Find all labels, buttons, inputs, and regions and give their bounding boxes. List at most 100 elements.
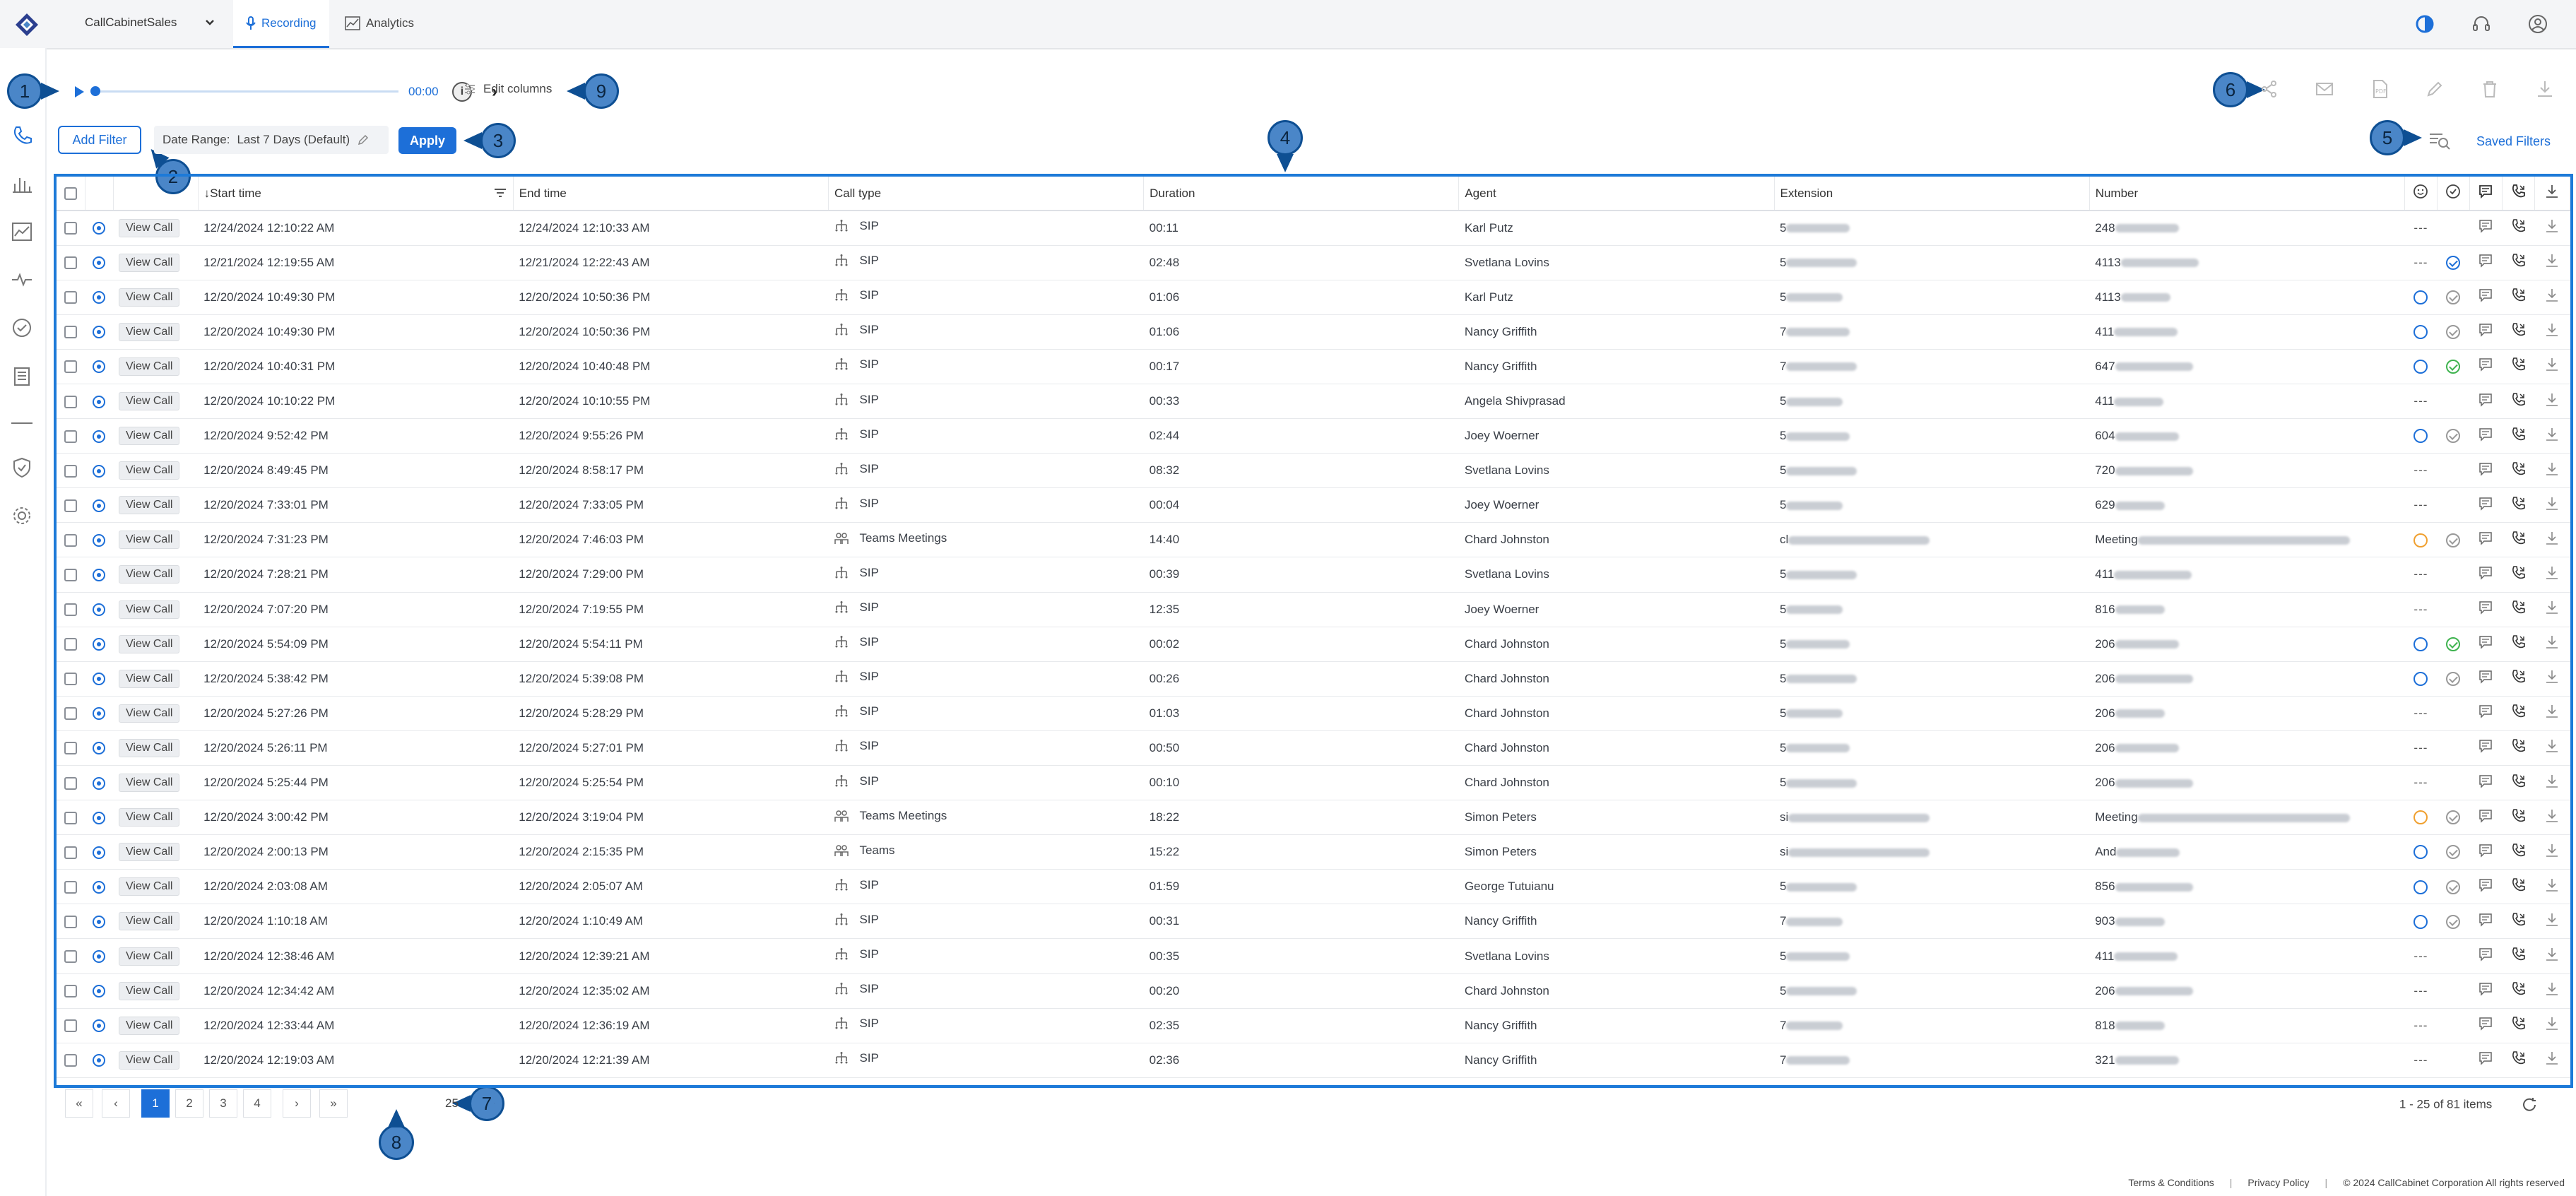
qa-status-icon[interactable] <box>2446 429 2461 444</box>
row-checkbox[interactable] <box>64 707 77 721</box>
table-row[interactable]: View Call 12/20/2024 10:49:30 PM 12/20/202… <box>57 314 2570 350</box>
row-checkbox[interactable] <box>64 915 77 928</box>
qa-status-icon[interactable] <box>2446 637 2461 651</box>
column-header-end-time[interactable]: End time <box>513 177 829 211</box>
terms-link[interactable]: Terms & Conditions <box>2128 1177 2214 1188</box>
call-direction-icon[interactable] <box>2510 1050 2526 1066</box>
preview-icon[interactable] <box>93 499 106 512</box>
row-checkbox[interactable] <box>64 395 77 408</box>
column-header-call-type[interactable]: Call type <box>828 177 1145 211</box>
table-row[interactable]: View Call 12/20/2024 10:10:22 PM 12/20/202… <box>57 384 2570 420</box>
call-direction-icon[interactable] <box>2510 427 2526 442</box>
comment-icon[interactable] <box>2478 947 2493 962</box>
call-direction-icon[interactable] <box>2510 738 2526 754</box>
check-circle-icon[interactable] <box>11 316 33 339</box>
comment-icon[interactable] <box>2478 218 2493 234</box>
download-icon[interactable] <box>2544 253 2560 268</box>
view-call-button[interactable]: View Call <box>119 1016 180 1035</box>
sentiment-positive-icon[interactable] <box>2413 914 2428 929</box>
table-row[interactable]: View Call 12/20/2024 7:31:23 PM 12/20/2024… <box>57 522 2570 558</box>
comment-icon[interactable] <box>2478 392 2493 408</box>
qa-check-icon[interactable] <box>2445 184 2461 199</box>
comment-icon[interactable] <box>2478 774 2493 789</box>
call-direction-icon[interactable] <box>2510 531 2526 546</box>
comment-icon[interactable] <box>2478 669 2493 685</box>
view-call-button[interactable]: View Call <box>119 461 180 480</box>
progress-knob[interactable] <box>90 86 100 96</box>
sentiment-positive-icon[interactable] <box>2413 325 2428 340</box>
table-row[interactable]: View Call 12/24/2024 12:10:22 AM 12/24/202… <box>57 211 2570 246</box>
table-row[interactable]: View Call 12/20/2024 10:40:31 PM 12/20/202… <box>57 349 2570 384</box>
sentiment-positive-icon[interactable] <box>2413 429 2428 444</box>
row-checkbox[interactable] <box>64 326 77 339</box>
download-icon[interactable] <box>2544 634 2560 650</box>
call-direction-icon[interactable] <box>2510 877 2526 893</box>
callcabinet-logo-icon[interactable] <box>14 12 40 37</box>
qa-status-icon[interactable] <box>2446 360 2461 374</box>
table-row[interactable]: View Call 12/20/2024 7:28:21 PM 12/20/2024… <box>57 557 2570 593</box>
preview-icon[interactable] <box>93 707 106 721</box>
column-header-extension[interactable]: Extension <box>1774 177 2090 211</box>
table-row[interactable]: View Call 12/20/2024 5:38:42 PM 12/20/2024… <box>57 661 2570 697</box>
download-icon[interactable] <box>2544 565 2560 581</box>
download-icon[interactable] <box>2544 669 2560 685</box>
preview-icon[interactable] <box>93 811 106 824</box>
download-icon[interactable] <box>2544 912 2560 928</box>
settings-icon[interactable] <box>11 504 33 527</box>
user-icon[interactable] <box>2528 14 2548 34</box>
view-call-button[interactable]: View Call <box>119 738 180 757</box>
call-direction-icon[interactable] <box>2510 1016 2526 1031</box>
preview-icon[interactable] <box>93 464 106 478</box>
row-checkbox[interactable] <box>64 776 77 790</box>
preview-icon[interactable] <box>93 222 106 235</box>
comment-icon[interactable] <box>2478 253 2493 268</box>
preview-icon[interactable] <box>93 950 106 964</box>
share-icon[interactable] <box>2259 79 2279 99</box>
comment-icon[interactable] <box>2478 634 2493 650</box>
qa-status-icon[interactable] <box>2446 290 2461 304</box>
table-row[interactable]: View Call 12/20/2024 5:26:11 PM 12/20/2024… <box>57 730 2570 766</box>
download-icon[interactable] <box>2544 981 2560 997</box>
call-direction-icon[interactable] <box>2510 218 2526 234</box>
download-icon[interactable] <box>2544 704 2560 719</box>
sentiment-positive-icon[interactable] <box>2413 360 2428 374</box>
preview-icon[interactable] <box>93 430 106 443</box>
table-row[interactable]: View Call 12/20/2024 9:52:42 PM 12/20/2024… <box>57 418 2570 454</box>
last-page-button[interactable]: » <box>319 1089 348 1118</box>
view-call-button[interactable]: View Call <box>119 947 180 966</box>
column-header-duration[interactable]: Duration <box>1143 177 1460 211</box>
call-direction-icon[interactable] <box>2510 496 2526 511</box>
call-direction-icon[interactable] <box>2510 808 2526 824</box>
qa-status-icon[interactable] <box>2446 672 2461 687</box>
next-page-button[interactable]: › <box>283 1089 311 1118</box>
comment-icon[interactable] <box>2478 843 2493 858</box>
row-checkbox[interactable] <box>64 464 77 478</box>
call-direction-icon[interactable] <box>2510 912 2526 928</box>
call-direction-icon[interactable] <box>2510 600 2526 615</box>
sentiment-positive-icon[interactable] <box>2413 880 2428 894</box>
preview-icon[interactable] <box>93 533 106 547</box>
sentiment-neutral-icon[interactable] <box>2413 810 2428 825</box>
row-checkbox[interactable] <box>64 742 77 755</box>
row-checkbox[interactable] <box>64 638 77 651</box>
table-row[interactable]: View Call 12/20/2024 5:54:09 PM 12/20/2024… <box>57 627 2570 662</box>
headset-icon[interactable] <box>2471 14 2491 34</box>
download-icon[interactable] <box>2544 531 2560 546</box>
row-checkbox[interactable] <box>64 533 77 547</box>
first-page-button[interactable]: « <box>65 1089 93 1118</box>
download-icon[interactable] <box>2544 184 2560 199</box>
theme-icon[interactable] <box>2415 14 2435 34</box>
view-call-button[interactable]: View Call <box>119 496 180 515</box>
row-checkbox[interactable] <box>64 811 77 824</box>
call-direction-icon[interactable] <box>2510 322 2526 338</box>
select-all-checkbox[interactable] <box>64 187 77 201</box>
call-direction-icon[interactable] <box>2510 184 2526 199</box>
preview-icon[interactable] <box>93 569 106 581</box>
qa-status-icon[interactable] <box>2446 325 2461 340</box>
column-header-start-time[interactable]: ↓Start time <box>198 177 514 211</box>
sentiment-positive-icon[interactable] <box>2413 290 2428 304</box>
qa-status-icon[interactable] <box>2446 533 2461 547</box>
page-1-button[interactable]: 1 <box>141 1089 170 1118</box>
preview-icon[interactable] <box>93 603 106 617</box>
table-row[interactable]: View Call 12/20/2024 12:34:42 AM 12/20/202… <box>57 973 2570 1009</box>
